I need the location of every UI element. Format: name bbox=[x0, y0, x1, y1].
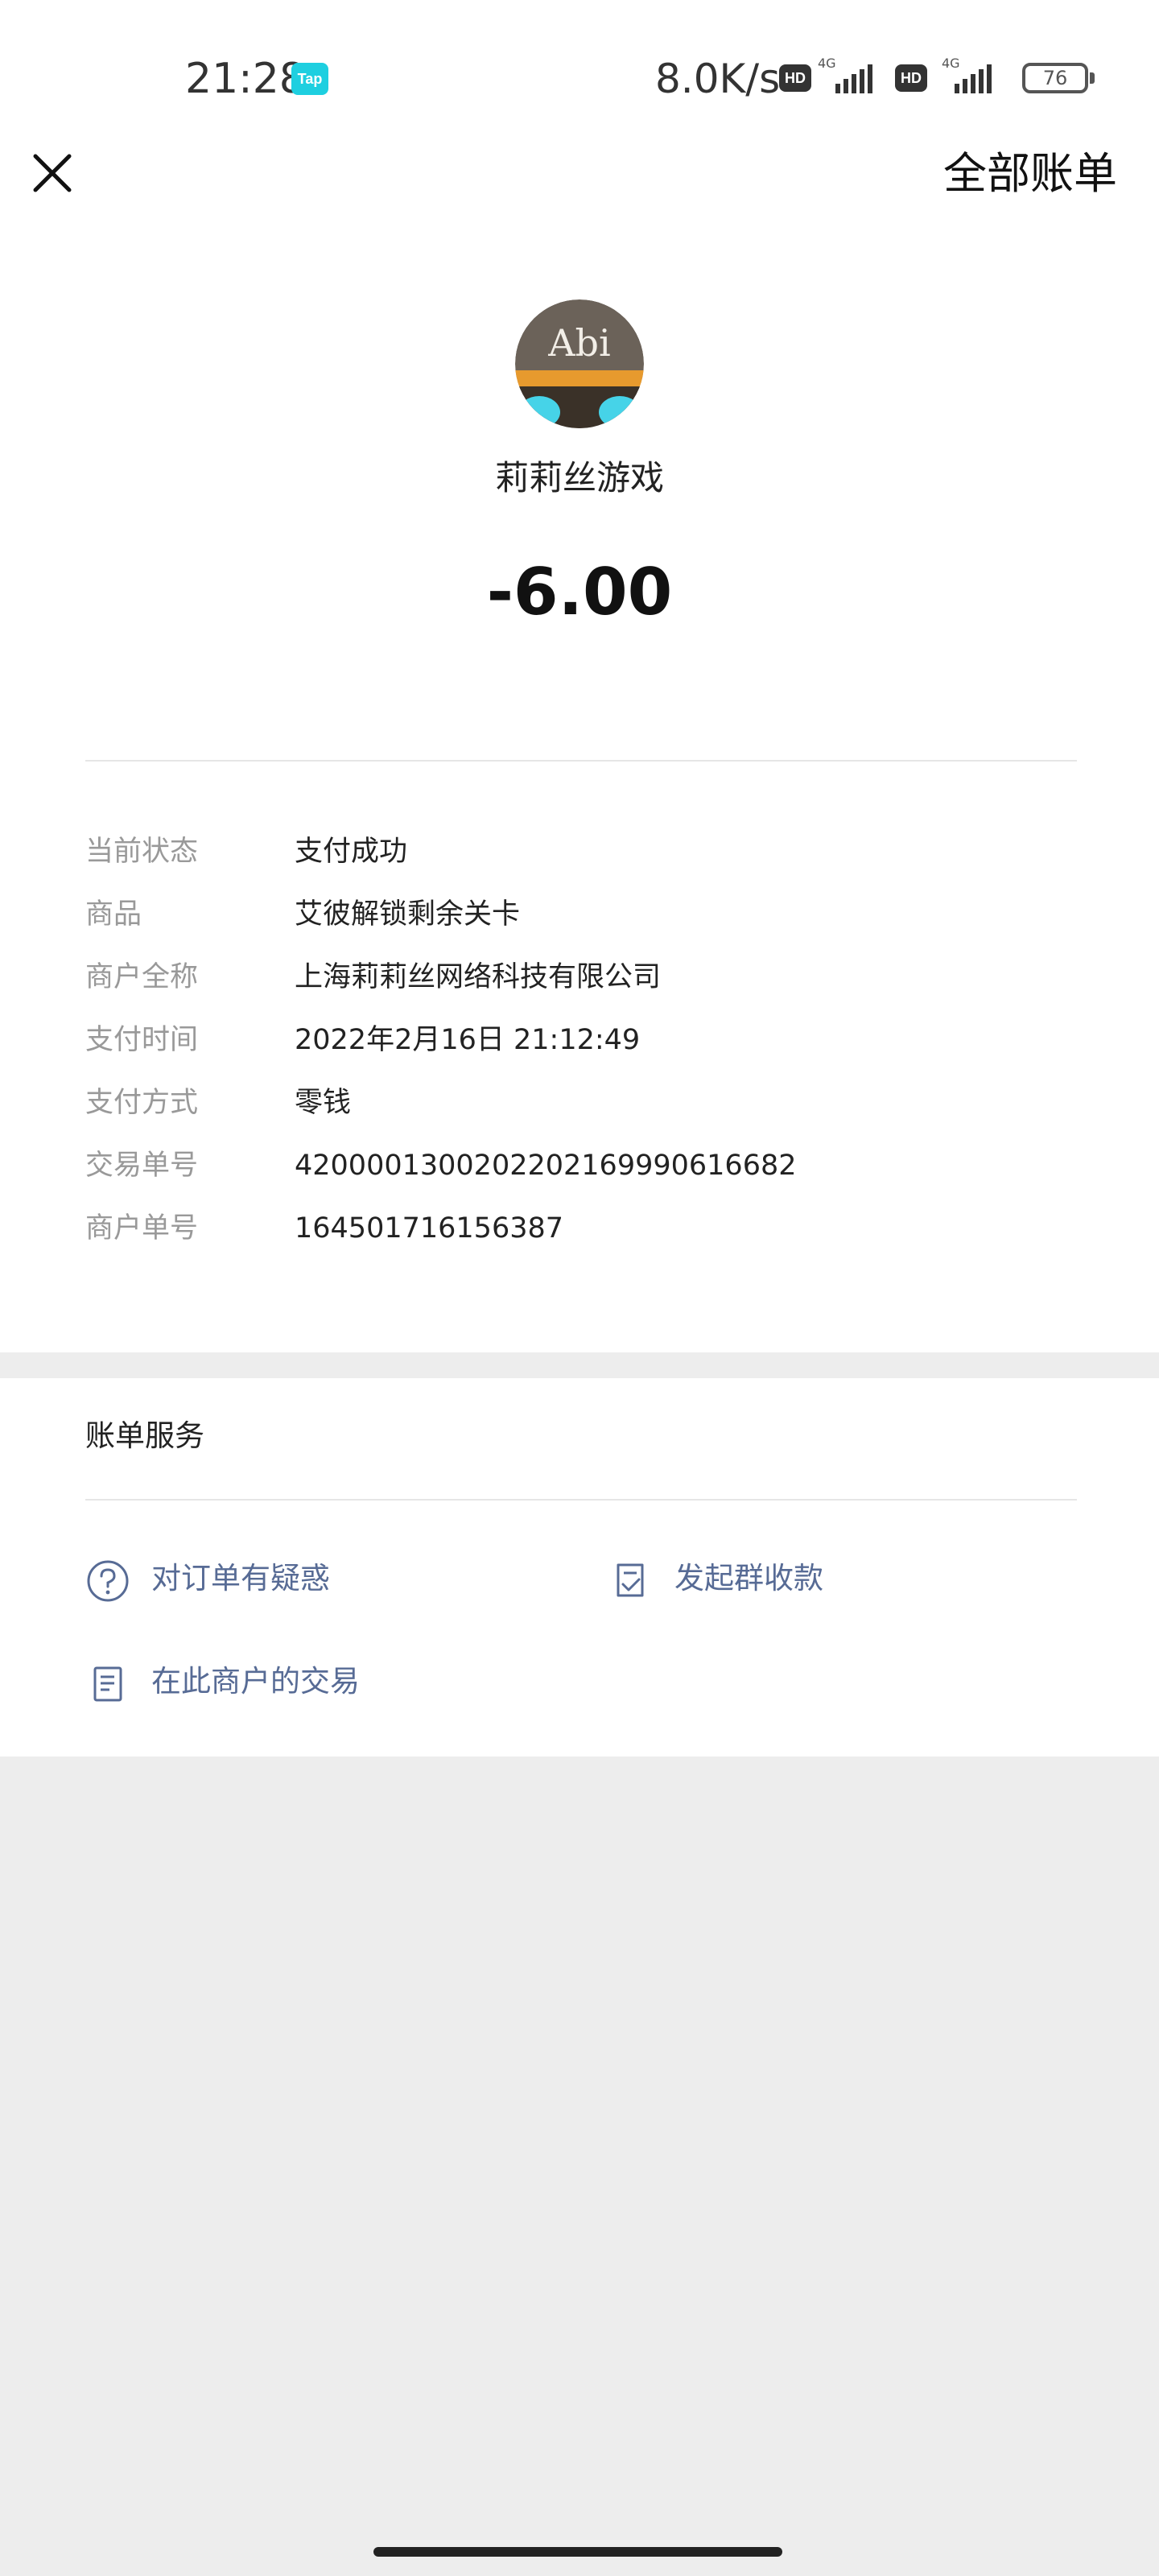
bill-service-card: 账单服务 对订单有疑惑 发起群收款 在此商户的交易 bbox=[0, 1378, 1159, 1757]
detail-row-transaction-id: 交易单号 4200001300202202169990616682 bbox=[85, 1141, 1077, 1190]
transaction-card: Abi 莉莉丝游戏 -6.00 当前状态 支付成功 商品 艾彼解锁剩余关卡 商户… bbox=[0, 237, 1159, 1352]
receipt-check-icon bbox=[617, 1563, 644, 1597]
hd-icon: HD bbox=[779, 64, 811, 92]
service-label: 发起群收款 bbox=[674, 1561, 823, 1596]
svg-text:4G: 4G bbox=[818, 56, 836, 71]
signal-4g-icon: 4G bbox=[818, 56, 872, 93]
divider bbox=[85, 760, 1077, 762]
all-bills-link[interactable]: 全部账单 bbox=[943, 143, 1117, 204]
detail-row-status: 当前状态 支付成功 bbox=[85, 828, 1077, 876]
detail-row-product: 商品 艾彼解锁剩余关卡 bbox=[85, 890, 1077, 939]
hd-icon-2: HD bbox=[895, 64, 927, 92]
order-question-button[interactable]: 对订单有疑惑 bbox=[85, 1550, 488, 1615]
detail-label: 支付时间 bbox=[85, 1024, 199, 1056]
divider bbox=[85, 1499, 1077, 1501]
detail-label: 支付方式 bbox=[85, 1087, 199, 1119]
avatar-text: Abi bbox=[547, 321, 610, 365]
detail-value: 艾彼解锁剩余关卡 bbox=[295, 898, 521, 931]
network-speed: 8.0K/s bbox=[655, 56, 781, 102]
detail-value: 零钱 bbox=[295, 1087, 352, 1119]
svg-text:4G: 4G bbox=[942, 56, 960, 71]
detail-value: 2022年2月16日 21:12:49 bbox=[295, 1024, 641, 1056]
detail-value[interactable]: 164501716156387 bbox=[295, 1204, 563, 1253]
close-icon[interactable] bbox=[24, 145, 80, 201]
detail-label: 交易单号 bbox=[85, 1150, 199, 1182]
question-circle-icon bbox=[87, 1560, 129, 1602]
home-indicator[interactable] bbox=[373, 2547, 782, 2557]
detail-label: 商户单号 bbox=[85, 1212, 199, 1245]
service-label: 在此商户的交易 bbox=[151, 1664, 360, 1699]
header-bar: 全部账单 bbox=[0, 129, 1159, 237]
merchant-avatar: Abi bbox=[515, 299, 644, 428]
detail-row-payment-method: 支付方式 零钱 bbox=[85, 1079, 1077, 1127]
merchant-transactions-button[interactable]: 在此商户的交易 bbox=[85, 1653, 488, 1718]
tap-app-icon: Tap bbox=[291, 63, 328, 95]
detail-row-merchant-fullname: 商户全称 上海莉莉丝网络科技有限公司 bbox=[85, 953, 1077, 1001]
battery-icon: 76 bbox=[1022, 63, 1095, 93]
bill-service-title: 账单服务 bbox=[85, 1418, 204, 1453]
status-time: 21:28 bbox=[185, 55, 306, 103]
merchant-name: 莉莉丝游戏 bbox=[494, 458, 664, 497]
transaction-amount: -6.00 bbox=[486, 555, 673, 630]
detail-value[interactable]: 4200001300202202169990616682 bbox=[295, 1141, 797, 1190]
detail-value: 支付成功 bbox=[295, 836, 408, 868]
signal-4g-icon-2: 4G bbox=[942, 56, 992, 93]
detail-label: 商户全称 bbox=[85, 961, 199, 993]
status-bar: 21:28 Tap 8.0K/s HD 4G HD 4G 76 bbox=[0, 0, 1159, 129]
document-list-icon bbox=[93, 1666, 122, 1702]
detail-row-payment-time: 支付时间 2022年2月16日 21:12:49 bbox=[85, 1016, 1077, 1064]
service-label: 对订单有疑惑 bbox=[151, 1561, 330, 1596]
detail-row-merchant-order-id: 商户单号 164501716156387 bbox=[85, 1204, 1077, 1253]
detail-value: 上海莉莉丝网络科技有限公司 bbox=[295, 961, 662, 993]
detail-label: 当前状态 bbox=[85, 836, 199, 868]
group-collect-button[interactable]: 发起群收款 bbox=[608, 1550, 1011, 1615]
detail-label: 商品 bbox=[85, 898, 142, 931]
